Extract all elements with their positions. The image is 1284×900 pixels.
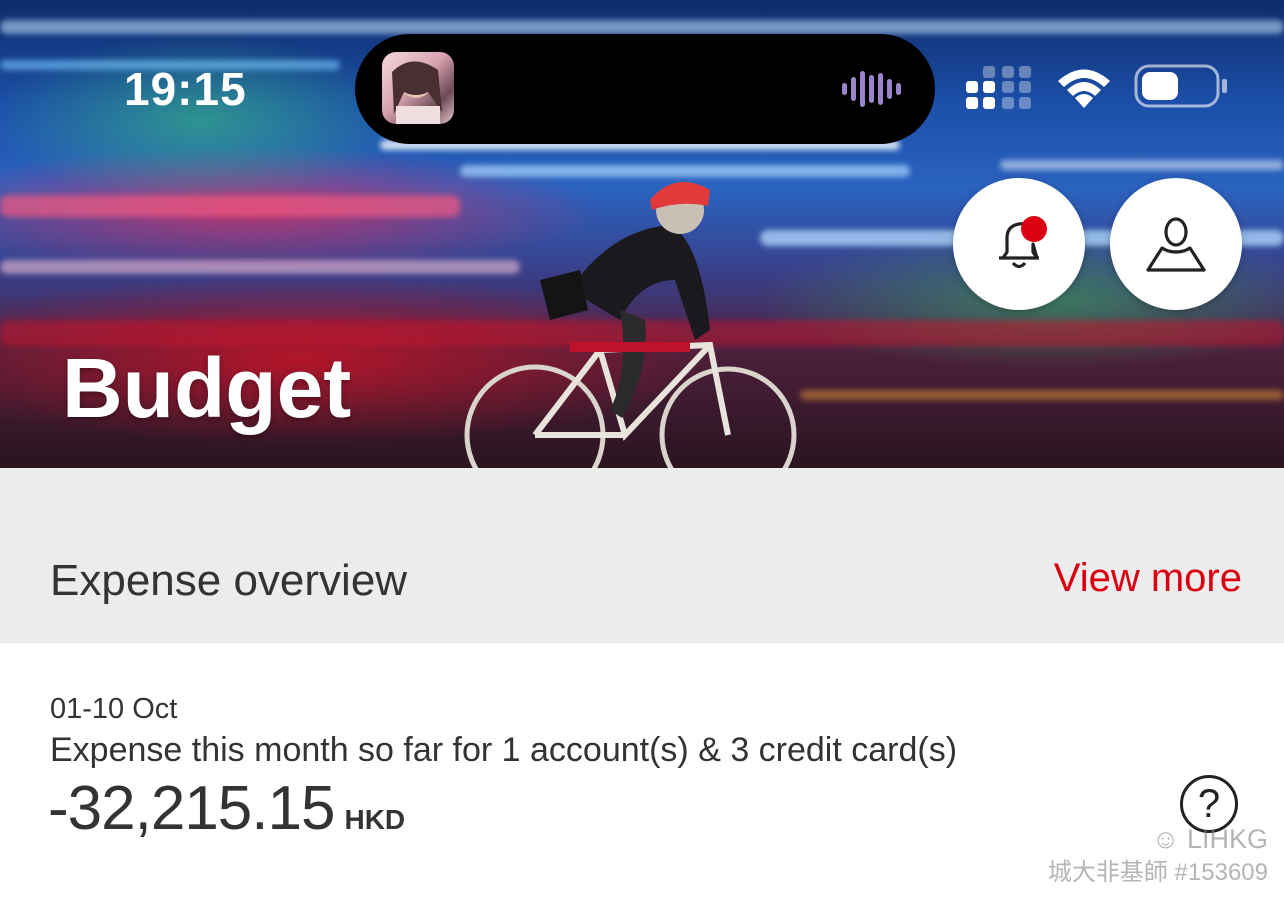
light-streak bbox=[0, 20, 1284, 34]
currency-code: HKD bbox=[344, 804, 406, 835]
watermark-brand: ☺ LIHKG bbox=[1151, 824, 1268, 854]
person-icon bbox=[1146, 217, 1206, 272]
notification-badge bbox=[1021, 216, 1047, 242]
audio-waveform-icon bbox=[842, 71, 901, 107]
hero-banner: 19:15 Budget bbox=[0, 0, 1284, 468]
profile-button[interactable] bbox=[1110, 178, 1242, 310]
light-streak bbox=[1000, 160, 1284, 170]
status-time: 19:15 bbox=[124, 63, 247, 115]
expense-card[interactable]: 01-10 Oct Expense this month so far for … bbox=[0, 643, 1284, 900]
battery-icon bbox=[1134, 64, 1227, 108]
expense-description: Expense this month so far for 1 account(… bbox=[50, 731, 958, 769]
expense-overview-header: Expense overview View more bbox=[0, 468, 1284, 643]
view-more-link[interactable]: View more bbox=[1054, 556, 1242, 601]
date-range: 01-10 Oct bbox=[50, 693, 178, 725]
light-streak bbox=[0, 195, 460, 217]
portrait-image bbox=[392, 61, 442, 124]
watermark: ☺ LIHKG 城大非基師 #153609 bbox=[1048, 823, 1268, 889]
expense-amount: -32,215.15 bbox=[48, 774, 335, 843]
light-streak bbox=[800, 390, 1284, 400]
light-streak bbox=[0, 260, 520, 274]
dynamic-island[interactable] bbox=[355, 34, 935, 144]
cyclist-illustration bbox=[464, 182, 797, 468]
signal-icon bbox=[966, 66, 1031, 109]
page-title: Budget bbox=[62, 341, 352, 435]
now-playing-artwork bbox=[382, 52, 454, 124]
wifi-icon bbox=[1058, 69, 1110, 108]
section-title: Expense overview bbox=[50, 556, 408, 605]
expense-amount-row: -32,215.15 HKD bbox=[48, 773, 405, 844]
watermark-credit: 城大非基師 #153609 bbox=[1047, 859, 1268, 886]
question-icon: ? bbox=[1197, 781, 1221, 826]
notifications-button[interactable] bbox=[953, 178, 1085, 310]
